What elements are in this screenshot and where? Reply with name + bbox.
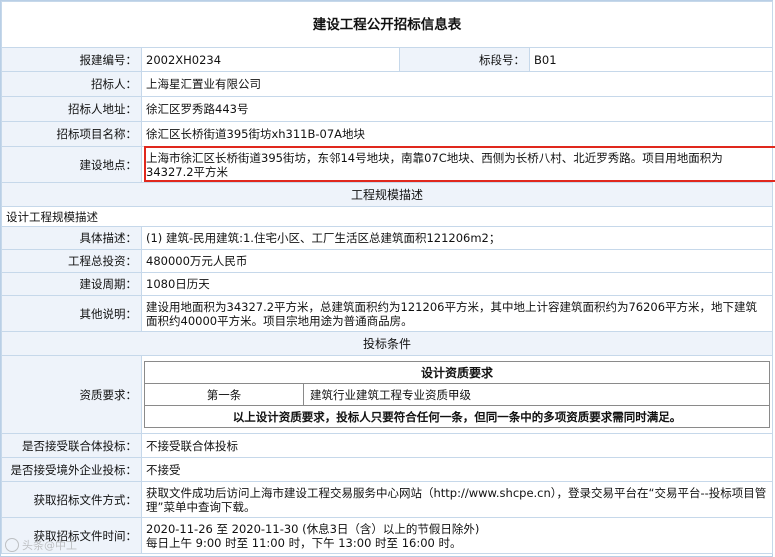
row-project-name: 招标项目名称： 徐汇区长桥街道395街坊xh311B-07A地块 (1, 121, 773, 147)
tenderer-value: 上海星汇置业有限公司 (141, 71, 773, 97)
row-tenderer-address: 招标人地址： 徐汇区罗秀路443号 (1, 96, 773, 122)
site-value: 上海市徐汇区长桥街道395街坊，东邻14号地块，南靠07C地块、西侧为长桥八村、… (141, 146, 773, 183)
investment-value: 480000万元人民币 (141, 249, 773, 273)
doc-method-label: 获取招标文件方式： (1, 481, 142, 518)
tenderer-address-label: 招标人地址： (1, 96, 142, 122)
row-other: 其他说明： 建设用地面积为34327.2平方米，总建筑面积约为121206平方米… (1, 295, 773, 332)
page-title: 建设工程公开招标信息表 (1, 1, 773, 48)
bid-no-label: 报建编号： (1, 47, 142, 72)
watermark-logo-icon (5, 538, 19, 552)
qualification-item-text: 建筑行业建筑工程专业资质甲级 (303, 383, 770, 406)
site-label: 建设地点： (1, 146, 142, 183)
tender-info-panel: 建设工程公开招标信息表 报建编号： 2002XH0234 标段号： B01 招标… (0, 0, 775, 557)
watermark-text: 头条@中工 (22, 539, 77, 552)
qualification-note: 以上设计资质要求，投标人只要符合任何一条，但同一条中的多项资质要求需同时满足。 (144, 405, 770, 428)
bid-section-heading: 投标条件 (1, 331, 773, 356)
watermark: 头条@中工 (5, 537, 77, 553)
qualification-table: 设计资质要求 第一条 建筑行业建筑工程专业资质甲级 以上设计资质要求，投标人只要… (144, 361, 770, 428)
other-value: 建设用地面积为34327.2平方米，总建筑面积约为121206平方米，其中地上计… (141, 295, 773, 332)
row-tenderer: 招标人： 上海星汇置业有限公司 (1, 71, 773, 97)
scale-section-heading: 工程规模描述 (1, 182, 773, 207)
tenderer-label: 招标人： (1, 71, 142, 97)
other-label: 其他说明： (1, 295, 142, 332)
scale-subheading: 设计工程规模描述 (1, 206, 773, 227)
row-foreign: 是否接受境外企业投标： 不接受 (1, 457, 773, 482)
period-label: 建设周期： (1, 272, 142, 296)
row-doc-method: 获取招标文件方式： 获取文件成功后访问上海市建设工程交易服务中心网站（http:… (1, 481, 773, 518)
row-bid-no: 报建编号： 2002XH0234 标段号： B01 (1, 47, 773, 72)
qualification-item-no: 第一条 (144, 383, 304, 406)
row-qualification: 资质要求： 设计资质要求 第一条 建筑行业建筑工程专业资质甲级 以上设计资质要求… (1, 355, 773, 434)
row-doc-time: 获取招标文件时间： 2020-11-26 至 2020-11-30 (休息3日（… (1, 517, 773, 554)
doc-time-line2: 每日上午 9:00 时至 11:00 时，下午 13:00 时至 16:00 时… (146, 535, 462, 550)
consortium-value: 不接受联合体投标 (141, 433, 773, 458)
doc-time-line1: 2020-11-26 至 2020-11-30 (休息3日（含）以上的节假日除外… (146, 521, 480, 536)
qualification-table-title: 设计资质要求 (144, 361, 770, 384)
project-name-value: 徐汇区长桥街道395街坊xh311B-07A地块 (141, 121, 773, 147)
doc-method-value: 获取文件成功后访问上海市建设工程交易服务中心网站（http://www.shcp… (141, 481, 773, 518)
detail-label: 具体描述： (1, 226, 142, 250)
bid-no-value: 2002XH0234 (141, 47, 400, 72)
period-value: 1080日历天 (141, 272, 773, 296)
tender-info-table: 建设工程公开招标信息表 报建编号： 2002XH0234 标段号： B01 招标… (1, 1, 773, 554)
foreign-value: 不接受 (141, 457, 773, 482)
detail-value: (1) 建筑-民用建筑:1.住宅小区、工厂生活区总建筑面积121206m2； (141, 226, 773, 250)
row-investment: 工程总投资： 480000万元人民币 (1, 249, 773, 273)
section-no-value: B01 (529, 47, 773, 72)
consortium-label: 是否接受联合体投标： (1, 433, 142, 458)
qualification-label: 资质要求： (1, 355, 142, 434)
foreign-label: 是否接受境外企业投标： (1, 457, 142, 482)
tenderer-address-value: 徐汇区罗秀路443号 (141, 96, 773, 122)
project-name-label: 招标项目名称： (1, 121, 142, 147)
row-period: 建设周期： 1080日历天 (1, 272, 773, 296)
row-detail: 具体描述： (1) 建筑-民用建筑:1.住宅小区、工厂生活区总建筑面积12120… (1, 226, 773, 250)
row-site: 建设地点： 上海市徐汇区长桥街道395街坊，东邻14号地块，南靠07C地块、西侧… (1, 146, 773, 183)
row-consortium: 是否接受联合体投标： 不接受联合体投标 (1, 433, 773, 458)
section-no-label: 标段号： (399, 47, 530, 72)
investment-label: 工程总投资： (1, 249, 142, 273)
